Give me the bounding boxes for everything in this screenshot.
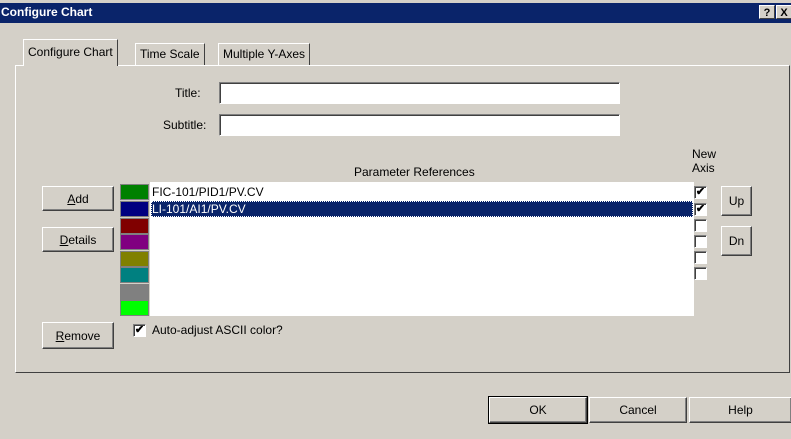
auto-adjust-checkbox[interactable]: ✔ [133,324,146,337]
parameter-row-1[interactable]: FIC-101/PID1/PV.CV [151,184,693,200]
check-icon: ✔ [134,324,145,336]
parameter-references-header: Parameter References [354,165,475,179]
details-button[interactable]: Details [42,227,114,252]
help-button[interactable]: Help [689,397,791,423]
tab-multiple-y-axes[interactable]: Multiple Y-Axes [218,43,311,65]
color-swatch-4[interactable] [120,234,149,250]
new-axis-checkbox-5[interactable] [694,251,707,264]
cancel-button[interactable]: Cancel [589,397,687,423]
color-swatch-8[interactable] [120,300,149,316]
title-input[interactable] [219,82,620,104]
tab-time-scale[interactable]: Time Scale [135,43,205,65]
remove-button-label: Remove [55,328,101,343]
parameter-row-2[interactable]: LI-101/AI1/PV.CV [151,201,693,217]
up-button[interactable]: Up [721,186,752,216]
window-title: Configure Chart [1,5,93,19]
parameter-value: LI-101/AI1/PV.CV [152,202,246,216]
new-axis-header: Axis [692,161,715,175]
tab-label: Multiple Y-Axes [223,47,306,61]
help-icon[interactable]: ? [759,5,775,19]
new-axis-checkbox-3[interactable] [694,219,707,232]
dn-button[interactable]: Dn [721,226,752,256]
tab-label: Time Scale [140,47,200,61]
remove-button[interactable]: Remove [42,322,114,349]
color-swatch-7[interactable] [120,284,149,300]
new-axis-checkbox-2[interactable]: ✔ [694,203,707,216]
color-swatch-3[interactable] [120,218,149,234]
subtitle-input[interactable] [219,114,620,136]
new-axis-checkbox-4[interactable] [694,235,707,248]
subtitle-label: Subtitle: [163,118,207,132]
parameter-value: FIC-101/PID1/PV.CV [152,185,264,199]
color-swatch-1[interactable] [120,184,149,200]
tab-label: Configure Chart [28,45,113,59]
details-button-label: Details [59,232,97,247]
check-icon: ✔ [695,186,706,198]
color-swatch-2[interactable] [120,201,149,217]
new-axis-checkbox-6[interactable] [694,267,707,280]
check-icon: ✔ [695,203,706,215]
new-axis-header: New [692,147,717,161]
color-swatch-6[interactable] [120,267,149,283]
title-bar[interactable]: Configure Chart ? X [0,3,791,23]
auto-adjust-label: Auto-adjust ASCII color? [152,323,283,337]
color-swatch-5[interactable] [120,251,149,267]
add-button[interactable]: Add [42,186,114,211]
new-axis-checkbox-1[interactable]: ✔ [694,186,707,199]
configure-chart-dialog: Configure Chart ? X Configure Chart Time… [0,0,791,439]
ok-button[interactable]: OK [488,396,588,424]
close-icon[interactable]: X [776,5,791,19]
tab-configure-chart[interactable]: Configure Chart [23,39,118,66]
add-button-label: Add [67,191,89,206]
title-label: Title: [175,86,201,100]
